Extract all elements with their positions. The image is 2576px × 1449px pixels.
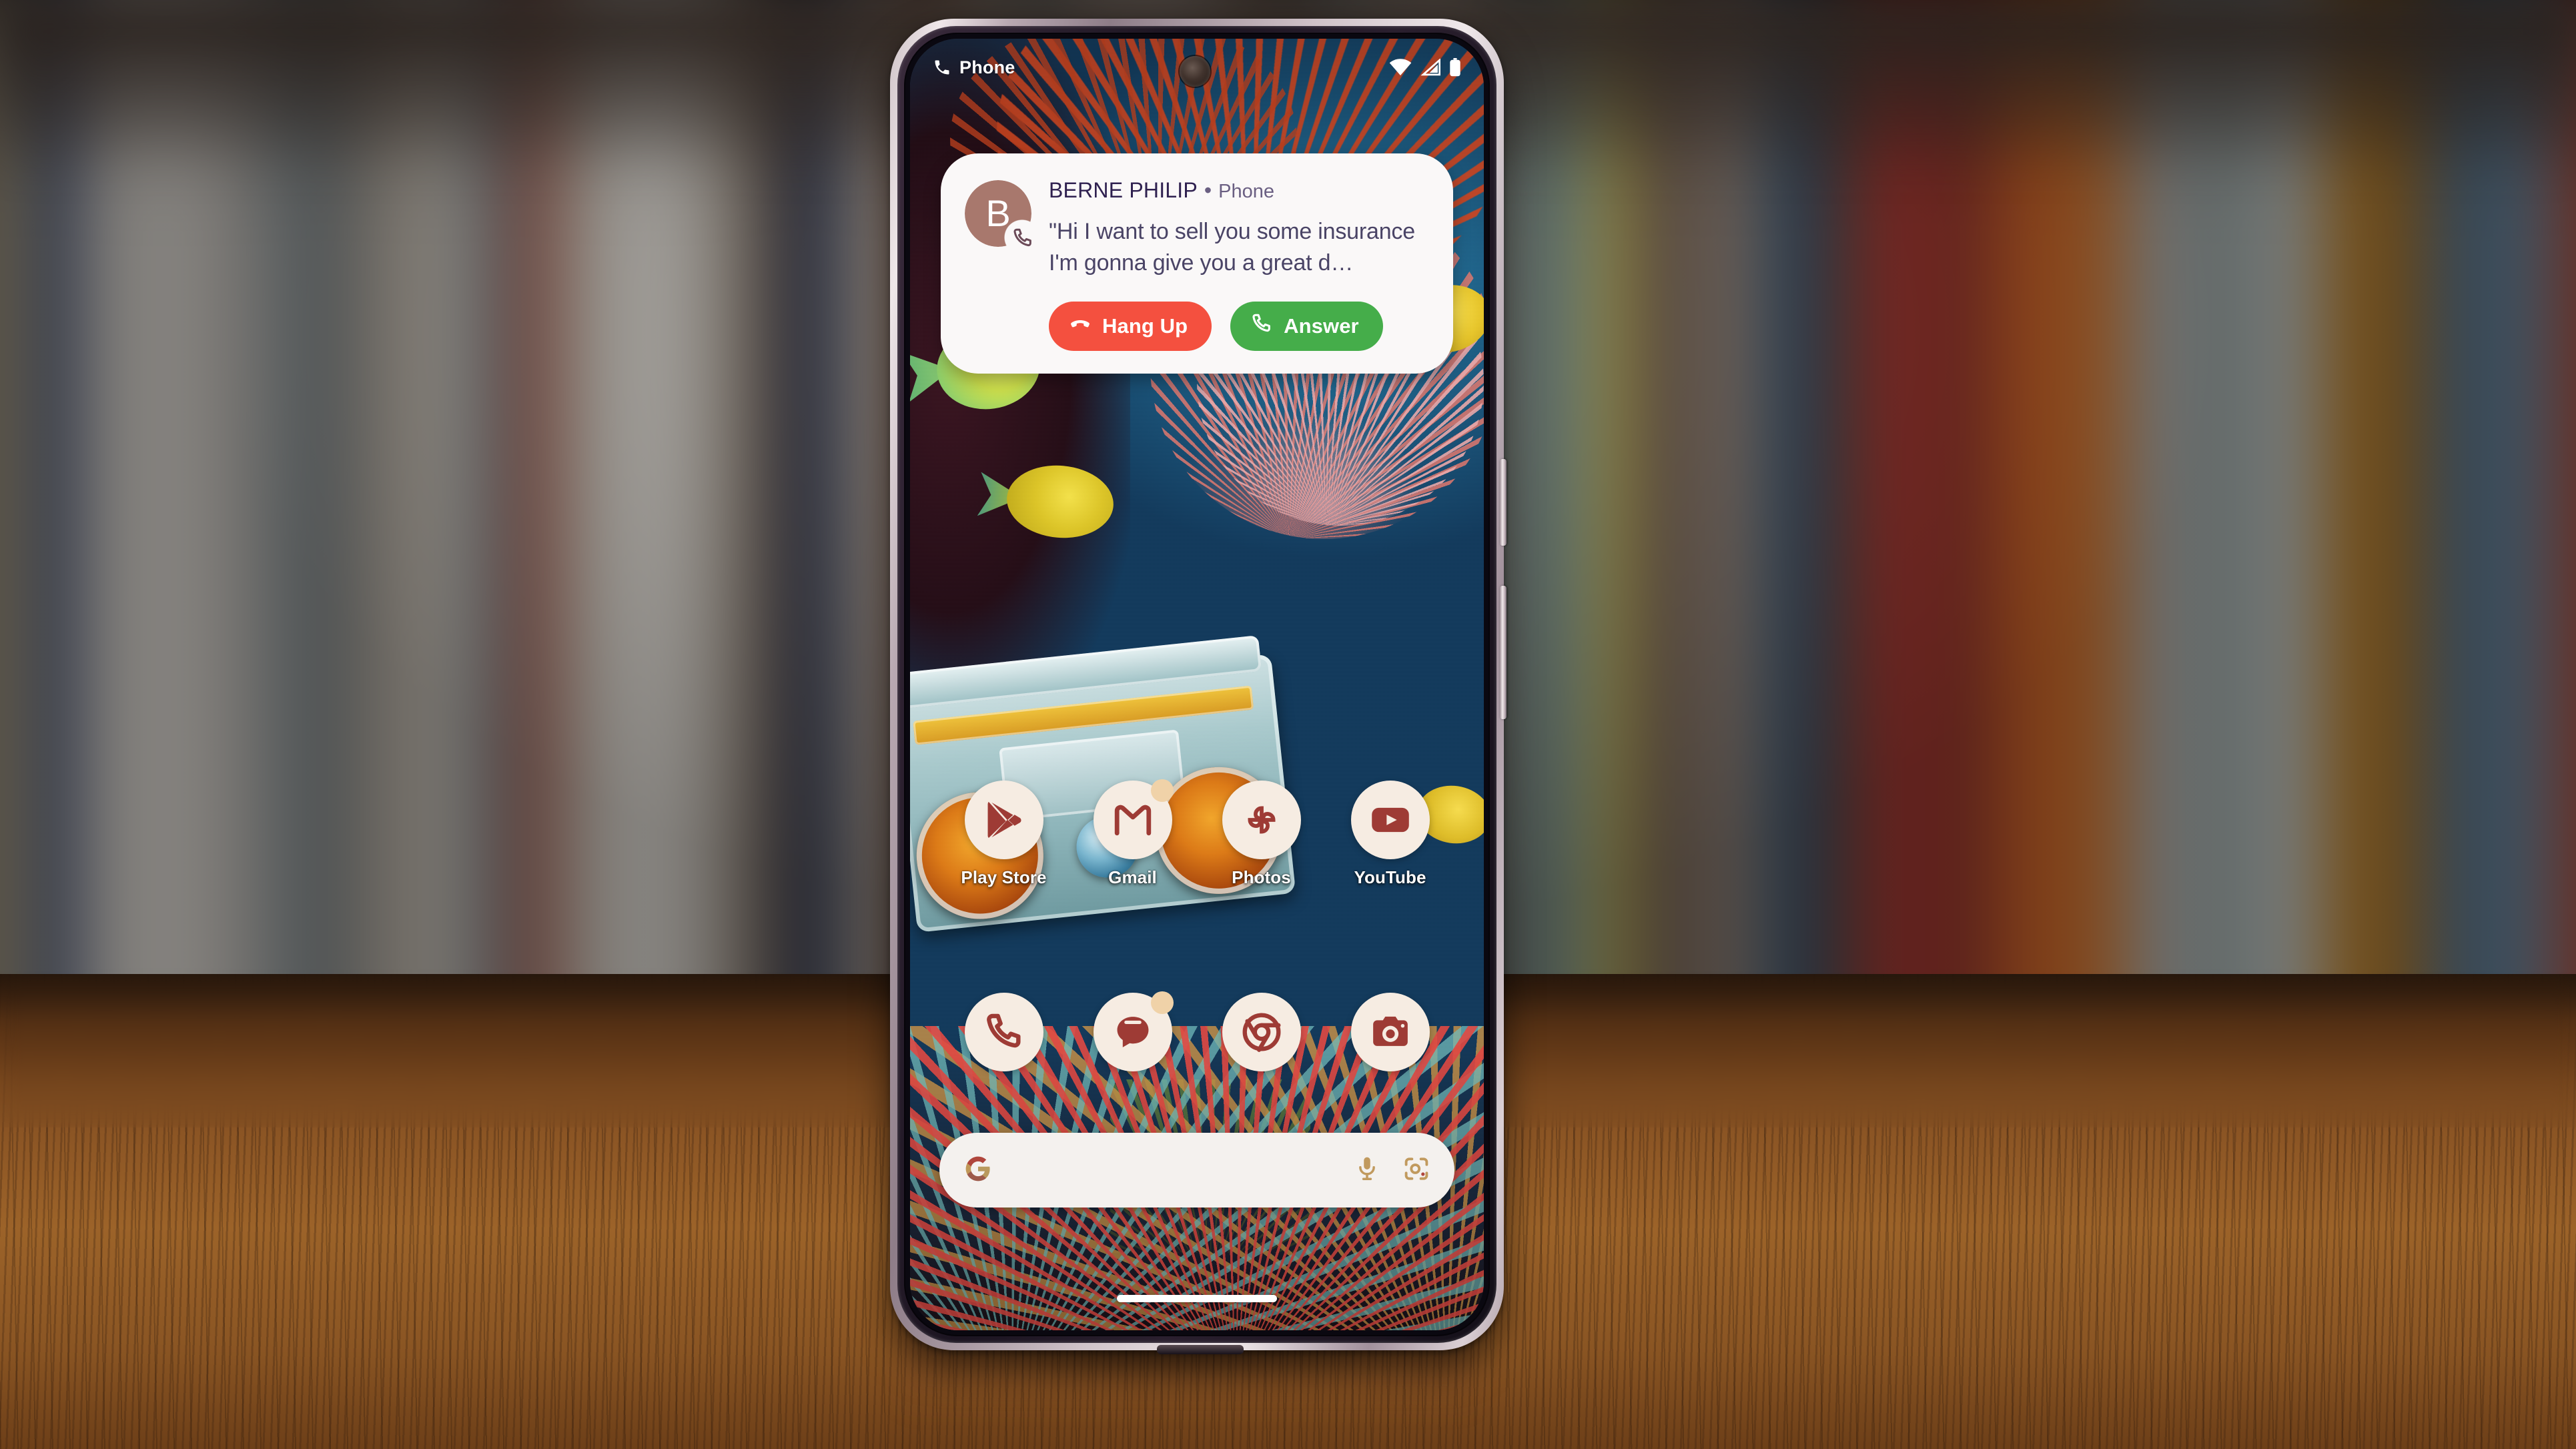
status-bar-left: Phone bbox=[933, 57, 1015, 78]
power-button[interactable] bbox=[1500, 459, 1507, 546]
smartphone-device: Phone B BERNE PHILIP • Phone "Hi I want … bbox=[890, 19, 1507, 1354]
app-cell-photos[interactable]: Photos bbox=[1197, 781, 1326, 888]
app-label-play-store: Play Store bbox=[961, 867, 1047, 887]
call-transcript-text: "Hi I want to sell you some insurance I'… bbox=[1049, 218, 1415, 276]
status-bar-app-label: Phone bbox=[959, 57, 1015, 77]
play-store-icon[interactable] bbox=[964, 781, 1043, 859]
app-cell-play-store[interactable]: Play Store bbox=[939, 781, 1068, 888]
notification-action-row: Hang Up Answer bbox=[965, 301, 1429, 351]
gmail-icon[interactable] bbox=[1093, 779, 1174, 859]
notification-text-column: BERNE PHILIP • Phone "Hi I want to sell yo… bbox=[1049, 177, 1429, 279]
incoming-call-notification[interactable]: B BERNE PHILIP • Phone "Hi I want to sell … bbox=[941, 153, 1453, 374]
app-cell-youtube[interactable]: YouTube bbox=[1326, 781, 1454, 888]
app-label-youtube: YouTube bbox=[1354, 867, 1426, 887]
home-screen-dock bbox=[910, 991, 1484, 1071]
google-photos-icon[interactable] bbox=[1222, 781, 1301, 859]
title-separator: • bbox=[1204, 178, 1212, 202]
app-label-gmail: Gmail bbox=[1108, 867, 1157, 887]
caller-name: BERNE PHILIP bbox=[1049, 178, 1198, 202]
notification-header-row: B BERNE PHILIP • Phone "Hi I want to sell … bbox=[965, 177, 1429, 279]
search-input[interactable] bbox=[993, 1159, 1354, 1181]
app-cell-gmail[interactable]: Gmail bbox=[1068, 779, 1197, 888]
volume-rocker-button[interactable] bbox=[1500, 586, 1507, 719]
hang-up-phone-icon bbox=[1069, 312, 1092, 340]
search-bar-actions bbox=[1354, 1155, 1430, 1186]
phone-screen: Phone B BERNE PHILIP • Phone "Hi I want … bbox=[910, 39, 1484, 1330]
google-g-icon bbox=[963, 1154, 993, 1187]
avatar: B bbox=[965, 180, 1031, 247]
answer-label: Answer bbox=[1284, 314, 1359, 338]
youtube-icon[interactable] bbox=[1350, 781, 1430, 859]
phone-icon[interactable] bbox=[964, 993, 1043, 1071]
answer-button[interactable]: Answer bbox=[1230, 301, 1383, 351]
app-label-photos: Photos bbox=[1232, 867, 1291, 887]
hang-up-button[interactable]: Hang Up bbox=[1049, 301, 1212, 351]
cellular-signal-icon bbox=[1420, 59, 1440, 76]
photo-scene: Phone B BERNE PHILIP • Phone "Hi I want … bbox=[0, 0, 2576, 1449]
home-screen-app-grid: Play Store Gmail Photos YouTube bbox=[910, 779, 1484, 888]
usb-c-port bbox=[1157, 1345, 1244, 1354]
google-lens-icon[interactable] bbox=[1402, 1155, 1430, 1186]
status-bar-right bbox=[1389, 58, 1461, 77]
dock-cell-chrome[interactable] bbox=[1197, 993, 1326, 1071]
dock-cell-camera[interactable] bbox=[1326, 993, 1454, 1071]
gmail-notification-badge bbox=[1150, 779, 1174, 802]
fish-body bbox=[1003, 461, 1117, 542]
battery-icon bbox=[1449, 58, 1461, 77]
dock-cell-messages[interactable] bbox=[1068, 991, 1197, 1071]
hang-up-label: Hang Up bbox=[1102, 314, 1188, 338]
status-bar: Phone bbox=[910, 39, 1484, 96]
microphone-icon[interactable] bbox=[1354, 1155, 1380, 1186]
messages-notification-badge bbox=[1150, 991, 1174, 1014]
chrome-icon[interactable] bbox=[1222, 993, 1301, 1071]
avatar-phone-badge-icon bbox=[1009, 224, 1037, 252]
messages-icon[interactable] bbox=[1093, 991, 1174, 1071]
wifi-icon bbox=[1389, 59, 1412, 76]
google-search-bar[interactable] bbox=[939, 1133, 1454, 1208]
phone-icon bbox=[933, 58, 951, 77]
notification-title-line: BERNE PHILIP • Phone bbox=[1049, 178, 1429, 203]
answer-phone-icon bbox=[1250, 312, 1273, 340]
notification-source-app: Phone bbox=[1218, 181, 1274, 202]
wallpaper-fish-yellow-tang bbox=[1004, 461, 1117, 542]
home-gesture-bar[interactable] bbox=[1117, 1295, 1277, 1302]
dock-cell-phone[interactable] bbox=[939, 993, 1068, 1071]
camera-icon[interactable] bbox=[1350, 993, 1430, 1071]
